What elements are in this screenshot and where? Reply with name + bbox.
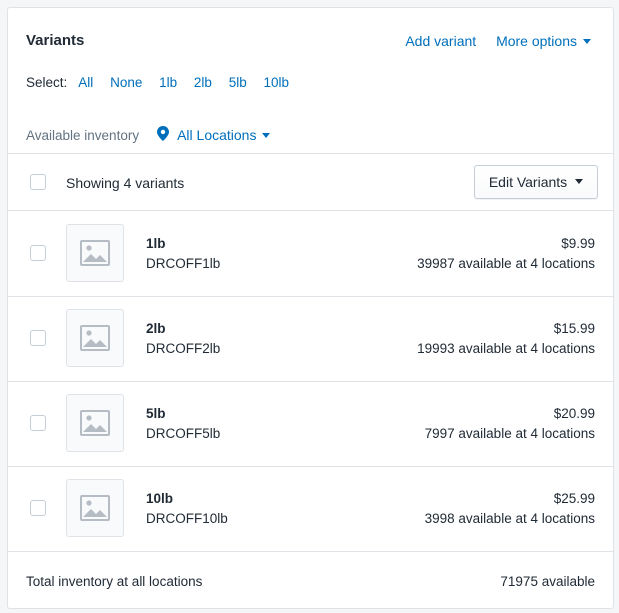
caret-down-icon: [262, 132, 271, 138]
add-variant-link[interactable]: Add variant: [405, 33, 476, 49]
variant-checkbox[interactable]: [30, 330, 46, 346]
available-inventory-label: Available inventory: [26, 127, 140, 143]
edit-variants-label: Edit Variants: [488, 174, 568, 190]
variant-row[interactable]: 10lb DRCOFF10lb $25.99 3998 available at…: [8, 466, 613, 551]
image-placeholder-icon[interactable]: [66, 479, 124, 537]
variant-checkbox[interactable]: [30, 415, 46, 431]
total-inventory-value: 71975 available: [500, 574, 595, 589]
variant-checkbox[interactable]: [30, 245, 46, 261]
variant-price: $9.99: [561, 236, 595, 251]
image-placeholder-icon[interactable]: [66, 309, 124, 367]
image-placeholder-icon[interactable]: [66, 224, 124, 282]
image-placeholder-icon[interactable]: [66, 394, 124, 452]
header-actions: Add variant More options: [389, 33, 591, 49]
edit-variants-button[interactable]: Edit Variants: [474, 165, 598, 199]
location-dropdown[interactable]: All Locations: [177, 127, 271, 143]
variant-sku: DRCOFF10lb: [146, 511, 228, 526]
select-label: Select:: [26, 75, 68, 90]
select-2lb-link[interactable]: 2lb: [194, 75, 212, 90]
select-10lb-link[interactable]: 10lb: [263, 75, 289, 90]
inventory-row: Available inventory All Locations: [26, 126, 271, 144]
variant-price: $15.99: [553, 321, 595, 336]
variant-sku: DRCOFF2lb: [146, 341, 221, 356]
select-1lb-link[interactable]: 1lb: [159, 75, 177, 90]
variant-sku: DRCOFF5lb: [146, 426, 221, 441]
select-all-link[interactable]: All: [78, 75, 93, 90]
caret-down-icon: [583, 38, 591, 44]
card-header: Variants Add variant More options: [8, 8, 613, 70]
card-title: Variants: [26, 32, 85, 49]
variant-name: 5lb: [146, 406, 166, 421]
more-options-button[interactable]: More options: [496, 33, 591, 49]
variant-row[interactable]: 5lb DRCOFF5lb $20.99 7997 available at 4…: [8, 381, 613, 466]
variant-availability: 7997 available at 4 locations: [424, 426, 595, 441]
variant-name: 1lb: [146, 236, 166, 251]
select-row: Select: All None 1lb 2lb 5lb 10lb: [26, 75, 302, 90]
location-label: All Locations: [177, 127, 257, 143]
variant-checkbox[interactable]: [30, 500, 46, 516]
variant-name: 2lb: [146, 321, 166, 336]
map-pin-icon: [157, 126, 170, 144]
inventory-footer: Total inventory at all locations 71975 a…: [8, 552, 613, 610]
variant-row[interactable]: 2lb DRCOFF2lb $15.99 19993 available at …: [8, 296, 613, 381]
select-5lb-link[interactable]: 5lb: [229, 75, 247, 90]
variants-card: Variants Add variant More options Select…: [7, 7, 614, 609]
variant-availability: 19993 available at 4 locations: [417, 341, 595, 356]
list-header: Showing 4 variants Edit Variants: [8, 154, 613, 210]
variant-row[interactable]: 1lb DRCOFF1lb $9.99 39987 available at 4…: [8, 211, 613, 296]
showing-count: Showing 4 variants: [66, 175, 185, 191]
total-inventory-label: Total inventory at all locations: [26, 574, 203, 589]
variant-availability: 3998 available at 4 locations: [424, 511, 595, 526]
select-none-link[interactable]: None: [110, 75, 142, 90]
variant-name: 10lb: [146, 491, 174, 506]
caret-down-icon: [575, 178, 584, 184]
variant-sku: DRCOFF1lb: [146, 256, 221, 271]
variant-availability: 39987 available at 4 locations: [417, 256, 595, 271]
variant-price: $25.99: [553, 491, 595, 506]
select-all-checkbox[interactable]: [30, 174, 46, 190]
more-options-label: More options: [496, 33, 577, 49]
variant-price: $20.99: [553, 406, 595, 421]
